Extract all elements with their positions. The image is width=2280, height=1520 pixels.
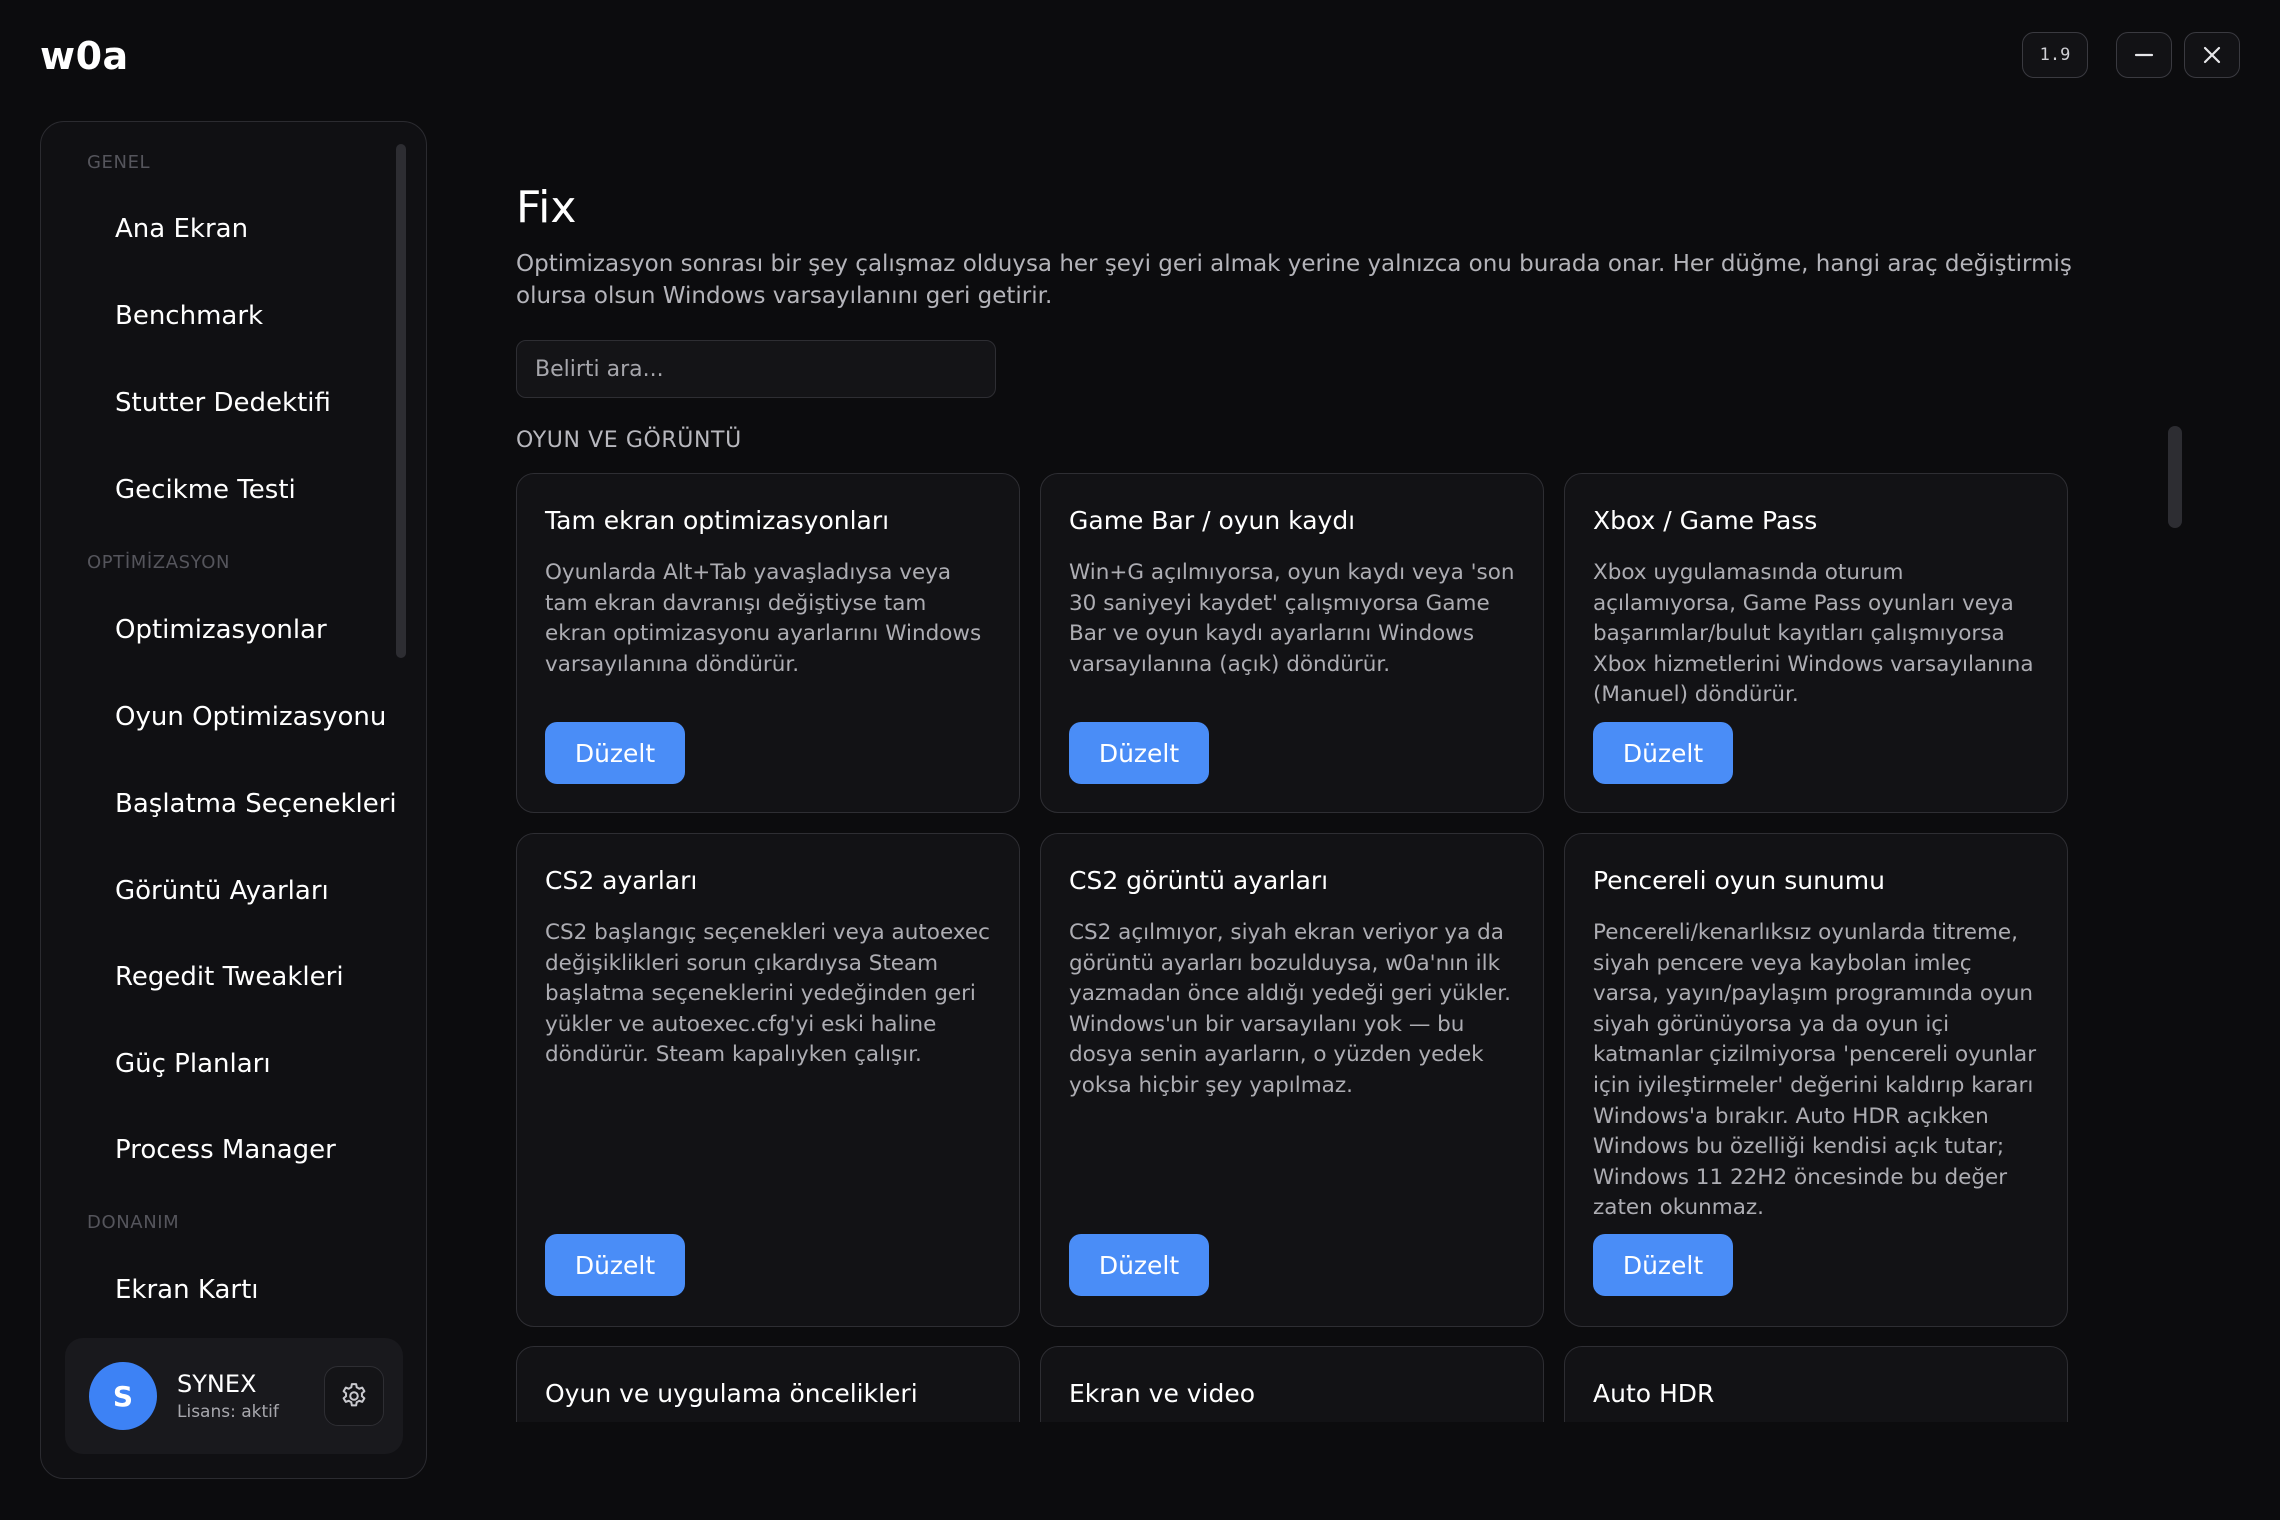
card-grid: Tam ekran optimizasyonları Oyunlarda Alt… — [500, 460, 2100, 1422]
sidebar-section-optimizasyon: OPTİMİZASYON — [87, 552, 231, 573]
sidebar-item-guc-planlari[interactable]: Güç Planları — [115, 1049, 271, 1079]
fix-card-windowed-presentation: Pencereli oyun sunumu Pencereli/kenarlık… — [1564, 833, 2068, 1327]
section-label: OYUN VE GÖRÜNTÜ — [516, 428, 742, 453]
settings-button[interactable] — [324, 1366, 384, 1426]
avatar: S — [89, 1362, 157, 1430]
search-input[interactable] — [516, 340, 996, 398]
sidebar-section-donanim: DONANIM — [87, 1212, 180, 1233]
card-title: Auto HDR — [1593, 1379, 1715, 1408]
card-title: Xbox / Game Pass — [1593, 506, 1818, 535]
user-card: S SYNEX Lisans: aktif — [65, 1338, 403, 1454]
card-description: CS2 açılmıyor, siyah ekran veriyor ya da… — [1069, 920, 1511, 1098]
fix-button[interactable]: Düzelt — [1069, 1234, 1209, 1296]
fix-card-app-priorities: Oyun ve uygulama öncelikleri — [516, 1346, 1020, 1422]
fix-button[interactable]: Düzelt — [1069, 722, 1209, 784]
fix-button[interactable]: Düzelt — [1593, 722, 1733, 784]
minimize-icon — [2134, 53, 2154, 57]
sidebar-item-goruntu-ayarlari[interactable]: Görüntü Ayarları — [115, 876, 329, 906]
sidebar-item-process-manager[interactable]: Process Manager — [115, 1135, 336, 1165]
sidebar-item-ekran-karti[interactable]: Ekran Kartı — [115, 1275, 258, 1305]
sidebar-item-gecikme-testi[interactable]: Gecikme Testi — [115, 475, 296, 505]
card-title: Game Bar / oyun kaydı — [1069, 506, 1356, 535]
fix-card-fullscreen-optimizations: Tam ekran optimizasyonları Oyunlarda Alt… — [516, 473, 1020, 813]
sidebar-section-genel: GENEL — [87, 152, 151, 173]
card-title: CS2 görüntü ayarları — [1069, 866, 1329, 895]
sidebar-item-stutter-dedektifi[interactable]: Stutter Dedektifi — [115, 388, 331, 418]
fix-card-game-bar: Game Bar / oyun kaydı Win+G açılmıyorsa,… — [1040, 473, 1544, 813]
gear-icon — [342, 1383, 366, 1407]
sidebar-scrollbar[interactable] — [396, 144, 406, 658]
sidebar-item-ana-ekran[interactable]: Ana Ekran — [115, 214, 248, 244]
close-button[interactable] — [2184, 32, 2240, 78]
fix-button[interactable]: Düzelt — [545, 722, 685, 784]
card-description: Xbox uygulamasında oturum açılamıyorsa, … — [1593, 560, 2034, 708]
card-description: Pencereli/kenarlıksız oyunlarda titreme,… — [1593, 920, 2037, 1221]
sidebar-item-baslatma-secenekleri[interactable]: Başlatma Seçenekleri — [115, 789, 397, 819]
close-icon — [2203, 46, 2221, 64]
card-title: Pencereli oyun sunumu — [1593, 866, 1885, 895]
page-description: Optimizasyon sonrası bir şey çalışmaz ol… — [516, 251, 2072, 309]
fix-card-auto-hdr: Auto HDR — [1564, 1346, 2068, 1422]
card-description: Win+G açılmıyorsa, oyun kaydı veya 'son … — [1069, 560, 1515, 677]
fix-card-cs2-settings: CS2 ayarları CS2 başlangıç seçenekleri v… — [516, 833, 1020, 1327]
minimize-button[interactable] — [2116, 32, 2172, 78]
user-name: SYNEX — [177, 1370, 257, 1398]
fix-card-display-video: Ekran ve video — [1040, 1346, 1544, 1422]
sidebar-item-regedit-tweakleri[interactable]: Regedit Tweakleri — [115, 962, 344, 992]
fix-card-cs2-display: CS2 görüntü ayarları CS2 açılmıyor, siya… — [1040, 833, 1544, 1327]
card-title: Ekran ve video — [1069, 1379, 1256, 1408]
fix-card-xbox-game-pass: Xbox / Game Pass Xbox uygulamasında otur… — [1564, 473, 2068, 813]
fix-button[interactable]: Düzelt — [545, 1234, 685, 1296]
card-description: CS2 başlangıç seçenekleri veya autoexec … — [545, 920, 990, 1068]
main-scrollbar[interactable] — [2168, 426, 2182, 528]
card-description: Oyunlarda Alt+Tab yavaşladıysa veya tam … — [545, 560, 982, 677]
card-title: CS2 ayarları — [545, 866, 698, 895]
page-title: Fix — [516, 182, 577, 233]
card-title: Oyun ve uygulama öncelikleri — [545, 1379, 918, 1408]
app-title: w0a — [40, 34, 129, 78]
sidebar-item-benchmark[interactable]: Benchmark — [115, 301, 263, 331]
card-title: Tam ekran optimizasyonları — [545, 506, 890, 535]
sidebar-item-optimizasyonlar[interactable]: Optimizasyonlar — [115, 615, 327, 645]
fix-button[interactable]: Düzelt — [1593, 1234, 1733, 1296]
sidebar-item-oyun-optimizasyonu[interactable]: Oyun Optimizasyonu — [115, 702, 386, 732]
license-status: Lisans: aktif — [177, 1402, 279, 1422]
sidebar: GENEL Ana Ekran Benchmark Stutter Dedekt… — [40, 121, 427, 1479]
version-badge: 1.9 — [2022, 32, 2088, 78]
